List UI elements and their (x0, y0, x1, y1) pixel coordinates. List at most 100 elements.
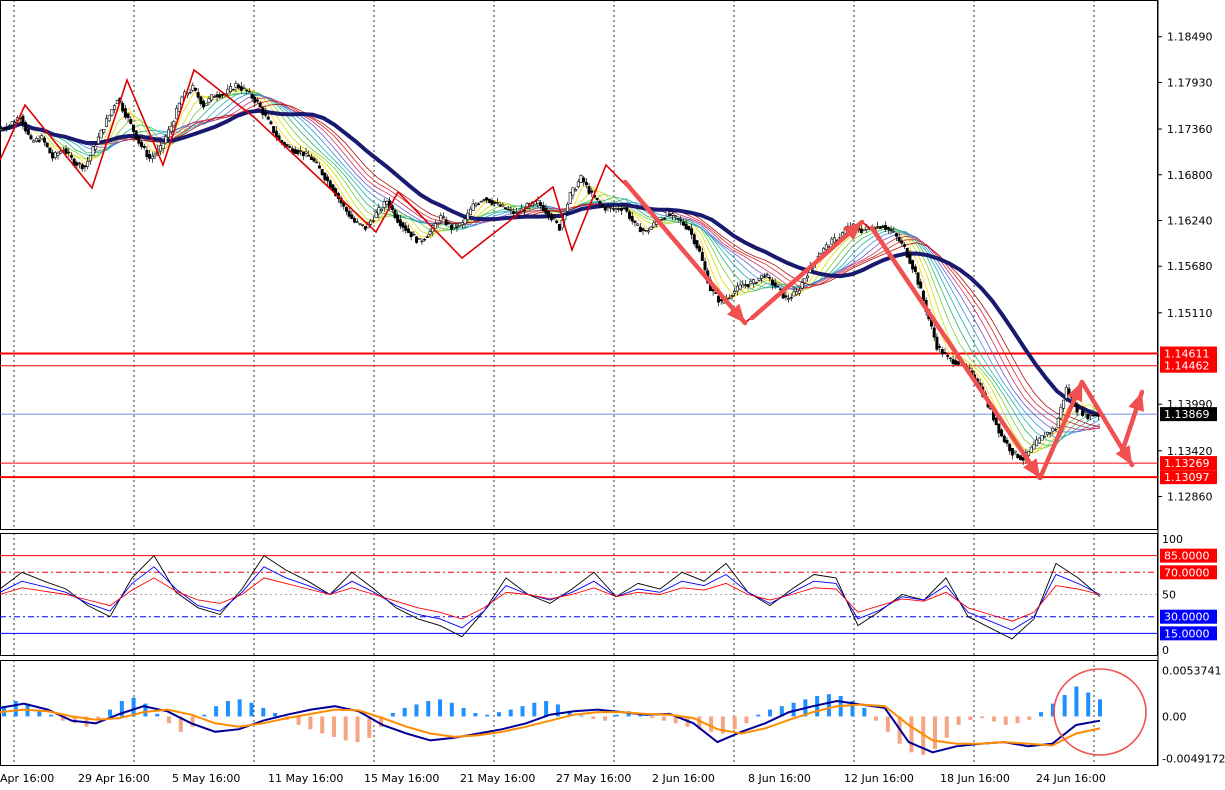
candle-body (765, 273, 769, 276)
candle-body (727, 297, 731, 300)
candle-body (67, 151, 71, 154)
candle-body (638, 226, 642, 233)
candle-body (568, 192, 572, 204)
macd-histogram-bar (520, 706, 525, 717)
time-axis-label: 11 May 16:00 (268, 772, 343, 785)
candle-body (1002, 435, 1006, 443)
candle-body (253, 96, 257, 103)
candle-body (1048, 432, 1052, 434)
candle-body (272, 126, 276, 134)
candle-body (938, 345, 942, 348)
macd-histogram-bar (331, 716, 336, 737)
candle-body (1054, 428, 1058, 431)
level-label: 1.14611 (1164, 348, 1210, 361)
candle-body (45, 142, 49, 148)
candle-body (1086, 413, 1090, 420)
candle-body (301, 151, 305, 157)
candle-body (202, 100, 206, 108)
candle-body (455, 226, 459, 228)
candle-body (943, 352, 947, 354)
arrow-head (1128, 392, 1144, 412)
candle-body (646, 230, 650, 233)
candle-body (2, 128, 6, 130)
osc-axis-tick: 0 (1162, 644, 1169, 657)
candle-body (433, 223, 437, 229)
candle-body (954, 360, 958, 365)
candle-body (956, 361, 960, 365)
chart-root: 1.14611 1.14462 1.13269 1.13097 1.13869 85.00… (0, 0, 1225, 786)
ribbon-ma (0, 94, 1101, 433)
candle-body (622, 207, 626, 209)
candle-body (805, 275, 809, 279)
candle-body (450, 224, 454, 230)
candle-body (323, 172, 327, 181)
candle-body (172, 121, 176, 127)
candle-body (803, 278, 807, 284)
candle-body (264, 111, 268, 116)
candle-body (1027, 450, 1031, 456)
candle-body (94, 145, 98, 150)
candle-body (768, 276, 772, 279)
candle-body (379, 208, 383, 211)
candle-body (698, 246, 702, 252)
candle-body (509, 209, 513, 211)
candle-body (652, 222, 656, 228)
candle-body (894, 233, 898, 237)
macd-histogram-bar (744, 716, 749, 724)
candle-body (37, 139, 41, 143)
macd-histogram-bar (1003, 716, 1008, 725)
price-axis-tick: 1.18490 (1167, 31, 1213, 44)
candle-body (741, 284, 745, 288)
macd-histogram-bar (308, 716, 313, 730)
candle-body (148, 154, 152, 159)
candle-body (800, 282, 804, 289)
candle-body (717, 295, 721, 303)
macd-histogram-bar (367, 716, 372, 738)
candle-body (242, 87, 246, 90)
macd-histogram-bar (355, 716, 360, 743)
candle-body (288, 146, 292, 148)
macd-histogram-bar (768, 709, 773, 717)
candle-body (684, 223, 688, 230)
candle-body (754, 282, 758, 284)
osc-axis-tick: 100 (1162, 533, 1183, 546)
candle-body (175, 107, 179, 119)
macd-histogram-bar (449, 702, 454, 717)
candle-body (239, 86, 243, 91)
candle-body (574, 189, 578, 192)
candle-body (13, 121, 17, 124)
candle-body (328, 180, 332, 188)
macd-histogram-bar (1027, 716, 1032, 720)
candle-body (916, 272, 920, 285)
candle-body (344, 207, 348, 212)
candle-body (350, 214, 354, 220)
panel-frame (0, 0, 1158, 530)
macd-histogram-bar (579, 715, 584, 717)
candle-body (107, 114, 111, 122)
osc-axis-tick: 50 (1162, 589, 1176, 602)
macd-histogram-bar (591, 716, 596, 719)
candle-body (730, 295, 734, 297)
candle-body (498, 204, 502, 207)
candle-body (760, 274, 764, 279)
candle-body (393, 209, 397, 218)
macd-histogram-bar (249, 702, 254, 717)
candle-body (466, 212, 470, 220)
candle-body (220, 94, 224, 96)
candle-body (681, 221, 685, 226)
candle-body (355, 221, 359, 223)
ribbon-ma (0, 92, 1101, 444)
candle-body (42, 137, 46, 143)
candle-body (32, 140, 36, 143)
candle-body (415, 236, 419, 243)
macd-histogram-bar (1062, 695, 1067, 717)
candle-body (609, 207, 613, 209)
price-axis-tick: 1.17360 (1167, 123, 1213, 136)
macd-histogram-bar (108, 709, 113, 717)
trading-chart[interactable]: 1.146111.144621.132691.130971.1386985.00… (0, 0, 1225, 786)
macd-histogram-bar (603, 716, 608, 721)
macd-histogram-bar (732, 716, 737, 730)
candle-body (10, 121, 14, 126)
candle-body (153, 153, 157, 157)
candle-body (676, 217, 680, 220)
